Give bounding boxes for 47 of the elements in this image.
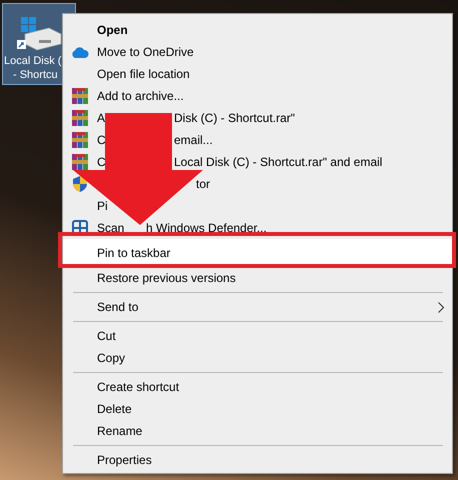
menu-item-label: Restore previous versions <box>97 270 236 287</box>
menu-item-label: Move to OneDrive <box>97 44 194 61</box>
menu-item[interactable]: C Local Disk (C) - Shortcut.rar" and email <box>63 151 452 173</box>
menu-item[interactable]: tor <box>63 173 452 195</box>
menu-item-label: C <box>97 154 106 171</box>
shield-icon <box>73 176 87 192</box>
menu-item-label: Rename <box>97 423 142 440</box>
menu-item[interactable]: Scan h Windows Defender... <box>63 217 452 239</box>
menu-item-label: tor <box>196 176 210 193</box>
menu-item-label: Copy <box>97 350 126 367</box>
menu-item[interactable]: Restore previous versions <box>63 267 452 289</box>
menu-item-label: Open file location <box>97 66 190 83</box>
menu-item[interactable]: Pi <box>63 195 452 217</box>
menu-item-label: A <box>97 110 106 127</box>
menu-item-label: Disk (C) - Shortcut.rar" <box>174 110 295 127</box>
menu-item-label: h Windows Defender... <box>146 220 267 237</box>
menu-item-label: Scan <box>97 220 124 237</box>
menu-item-label: Cut <box>97 328 116 345</box>
menu-item-label: Pi <box>97 198 108 215</box>
menu-item[interactable]: Create shortcut <box>63 376 452 398</box>
menu-item[interactable]: A Disk (C) - Shortcut.rar" <box>63 107 452 129</box>
menu-item-label: Properties <box>97 452 152 469</box>
shortcut-label: - Shortcu <box>12 68 58 82</box>
books-icon <box>72 132 88 148</box>
menu-item[interactable]: Delete <box>63 398 452 420</box>
menu-item-label: Open <box>97 22 128 39</box>
menu-item-label: Local Disk (C) - Shortcut.rar" and email <box>174 154 382 171</box>
menu-item-label: Create shortcut <box>97 379 180 396</box>
menu-item-label: Add to archive... <box>97 88 184 105</box>
cloud-icon <box>71 46 89 58</box>
menu-item-label: Delete <box>97 401 132 418</box>
chevron-right-icon <box>438 302 444 312</box>
menu-item[interactable]: Send to <box>63 296 452 318</box>
menu-item-label: C <box>97 132 106 149</box>
menu-item[interactable]: C email... <box>63 129 452 151</box>
menu-item-label: Pin to taskbar <box>97 245 170 262</box>
menu-item-label: email... <box>174 132 213 149</box>
menu-item[interactable]: Properties <box>63 449 452 471</box>
menu-item-label: Send to <box>97 299 138 316</box>
books-icon <box>72 110 88 126</box>
menu-item[interactable]: Rename <box>63 420 452 442</box>
menu-item[interactable]: Add to archive... <box>63 85 452 107</box>
books-icon <box>72 154 88 170</box>
menu-item[interactable]: Copy <box>63 347 452 369</box>
shortcut-label: Local Disk ( <box>4 54 62 68</box>
books-icon <box>72 88 88 104</box>
menu-item[interactable]: Cut <box>63 325 452 347</box>
